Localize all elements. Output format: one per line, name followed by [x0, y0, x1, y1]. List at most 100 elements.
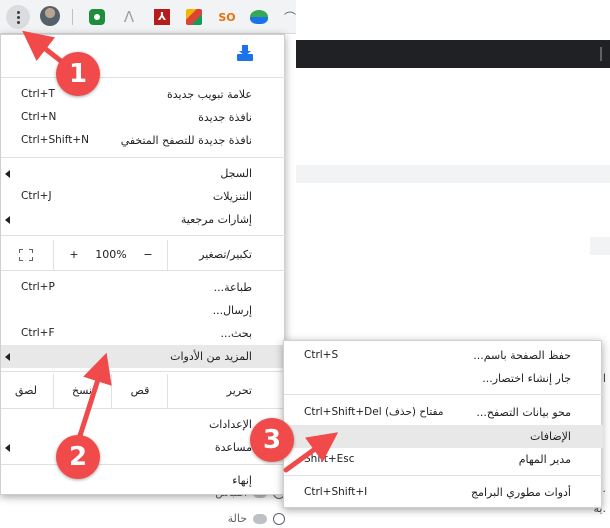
submenu-arrow-icon [5, 353, 10, 361]
submenu-item-task-manager[interactable]: مدير المهام Shift+Esc [284, 448, 603, 471]
menu-divider [1, 408, 286, 409]
option-status[interactable]: حالة [228, 512, 285, 525]
zoom-divider [53, 240, 54, 270]
menu-item-label: طباعة... [213, 281, 252, 294]
menu-item-downloads[interactable]: التنزيلات Ctrl+J [1, 185, 286, 208]
submenu-arrow-icon [5, 444, 10, 452]
submenu-arrow-icon [5, 216, 10, 224]
menu-item-settings[interactable]: الإعدادات [1, 413, 286, 436]
zoom-out-button[interactable]: − [135, 240, 161, 270]
step-badge-1: 1 [56, 52, 100, 96]
cut-button[interactable]: قص [113, 374, 167, 408]
paste-button[interactable]: لصق [1, 374, 51, 408]
idm-extension-icon[interactable] [248, 6, 270, 28]
menu-item-cast[interactable]: إرسال... [1, 299, 286, 322]
menu-item-exit[interactable]: إنهاء [1, 469, 286, 492]
submenu-arrow-icon [5, 170, 10, 178]
menu-item-incognito[interactable]: نافذة جديدة للتصفح المتخفي Ctrl+Shift+N [1, 129, 286, 152]
edit-label: تحرير [226, 384, 252, 397]
install-app-icon[interactable] [237, 45, 253, 61]
zoom-label: تكبير/تصغير [199, 248, 252, 261]
copy-button[interactable]: نسخ [55, 374, 109, 408]
submenu-item-developer-tools[interactable]: أدوات مطوري البرامج Ctrl+Shift+I [284, 481, 603, 504]
more-tools-submenu: حفظ الصفحة باسم... Ctrl+S جار إنشاء اختص… [283, 340, 603, 508]
menu-item-new-tab[interactable]: علامة تبويب جديدة Ctrl+T [1, 83, 286, 106]
menu-item-label: بحث... [220, 327, 252, 340]
menu-item-shortcut: Ctrl+Shift+Del مفتاح (حذف) [304, 406, 444, 418]
chrome-main-menu: علامة تبويب جديدة Ctrl+T نافذة جديدة Ctr… [0, 34, 286, 495]
radio-button[interactable] [273, 512, 285, 525]
menu-item-label: جار إنشاء اختصار... [482, 372, 571, 385]
menu-divider [1, 371, 286, 372]
menu-item-label: نافذة جديدة للتصفح المتخفي [120, 134, 252, 147]
menu-item-label: التنزيلات [212, 190, 252, 203]
fullscreen-icon[interactable] [19, 249, 33, 261]
zoom-row: + 100% − تكبير/تصغير [1, 240, 286, 270]
menu-item-shortcut: Ctrl+Shift+N [21, 134, 89, 146]
menu-item-label: حفظ الصفحة باسم... [473, 349, 571, 362]
adobe-pdf-icon[interactable]: ⅄ [151, 6, 173, 28]
menu-divider [1, 157, 286, 158]
menu-item-label: الإضافات [530, 430, 571, 443]
menu-divider [284, 475, 603, 476]
menu-item-new-window[interactable]: نافذة جديدة Ctrl+N [1, 106, 286, 129]
menu-item-label: مساعدة [214, 441, 252, 454]
menu-item-shortcut: Ctrl+T [21, 88, 55, 100]
menu-item-bookmarks[interactable]: إشارات مرجعية [1, 208, 286, 231]
menu-item-label: السجل [220, 167, 252, 180]
menu-divider [1, 464, 286, 465]
step-badge-3: 3 [250, 418, 294, 462]
menu-item-label: مدير المهام [518, 453, 571, 466]
page-strip [296, 165, 610, 183]
edit-divider [111, 374, 112, 408]
submenu-item-clear-browsing-data[interactable]: محو بيانات التصفح... Ctrl+Shift+Del مفتا… [284, 401, 603, 424]
menu-item-print[interactable]: طباعة... Ctrl+P [1, 276, 286, 299]
three-dots-vertical-icon[interactable] [6, 5, 30, 29]
submenu-item-save-page[interactable]: حفظ الصفحة باسم... Ctrl+S [284, 344, 603, 367]
menu-item-shortcut: Shift+Esc [304, 453, 355, 465]
step-badge-2: 2 [56, 435, 100, 479]
menu-divider [1, 270, 286, 271]
submenu-item-create-shortcut[interactable]: جار إنشاء اختصار... [284, 367, 603, 390]
menu-item-shortcut: Ctrl+J [21, 190, 52, 202]
submenu-item-extensions[interactable]: الإضافات [284, 425, 603, 448]
page-header-bar [296, 40, 610, 68]
edit-row: لصق نسخ قص تحرير [1, 374, 286, 408]
menu-item-label: محو بيانات التصفح... [476, 406, 571, 419]
menu-item-help[interactable]: مساعدة [1, 436, 286, 459]
menu-divider [1, 235, 286, 236]
menu-item-label: إرسال... [212, 304, 252, 317]
acrobat-logo-icon[interactable]: Λ [118, 6, 140, 28]
menu-item-shortcut: Ctrl+N [21, 111, 57, 123]
shield-extension-icon[interactable] [86, 6, 108, 28]
browser-toolbar: Λ ⅄ SO ⌒ [0, 0, 296, 34]
menu-item-shortcut: Ctrl+Shift+I [304, 486, 368, 498]
menu-item-shortcut: Ctrl+F [21, 327, 55, 339]
menu-item-label: الإعدادات [208, 418, 252, 431]
scrollbar[interactable] [600, 47, 604, 61]
menu-item-label: المزيد من الأدوات [170, 350, 252, 363]
zoom-in-button[interactable]: + [61, 240, 87, 270]
chat-icon [253, 513, 267, 524]
menu-divider [284, 394, 603, 395]
seo-extension-icon[interactable]: SO [216, 6, 238, 28]
menu-item-history[interactable]: السجل [1, 162, 286, 185]
menu-item-label: إنهاء [232, 474, 252, 487]
menu-item-label: نافذة جديدة [198, 111, 252, 124]
menu-item-label: أدوات مطوري البرامج [470, 486, 571, 499]
edit-divider [167, 374, 168, 408]
zoom-divider [167, 240, 168, 270]
menu-item-label: إشارات مرجعية [180, 213, 252, 226]
menu-item-shortcut: Ctrl+S [304, 349, 339, 361]
menu-divider [1, 77, 286, 78]
edit-divider [53, 374, 54, 408]
menu-item-more-tools[interactable]: المزيد من الأدوات [1, 345, 286, 368]
page-strip [590, 237, 610, 255]
menu-item-find[interactable]: بحث... Ctrl+F [1, 322, 286, 345]
google-forms-icon[interactable] [183, 6, 205, 28]
zoom-level: 100% [95, 248, 127, 261]
menu-item-shortcut: Ctrl+P [21, 281, 55, 293]
avatar[interactable] [40, 6, 60, 26]
option-label: حالة [227, 512, 247, 525]
menu-item-label: علامة تبويب جديدة [166, 88, 252, 101]
